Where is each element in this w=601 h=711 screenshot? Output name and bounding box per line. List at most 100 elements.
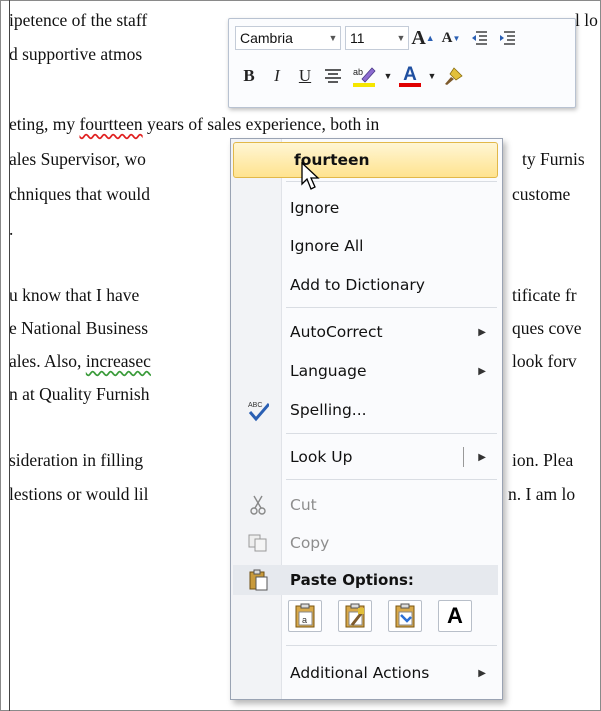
look-up-item[interactable]: Look Up ▶ xyxy=(233,439,498,475)
chevron-down-icon[interactable]: ▼ xyxy=(326,33,340,43)
doc-fragment: l lo xyxy=(575,10,598,30)
add-to-dictionary-item[interactable]: Add to Dictionary xyxy=(233,267,498,303)
doc-line: eting, my fourtteen years of sales exper… xyxy=(10,114,380,135)
language-label: Language xyxy=(290,362,367,380)
menu-separator xyxy=(286,479,497,480)
paste-options-header: Paste Options: xyxy=(233,565,498,595)
italic-button[interactable]: I xyxy=(263,63,291,89)
highlighter-icon: ab xyxy=(353,67,376,87)
font-size-combo[interactable]: 11 ▼ xyxy=(345,26,409,50)
submenu-arrow-icon: ▶ xyxy=(478,667,486,679)
paste-merge-format-button[interactable] xyxy=(338,600,372,632)
submenu-arrow-icon: ▶ xyxy=(478,451,486,463)
spelling-check-icon: ABC xyxy=(247,399,269,422)
scissors-icon xyxy=(247,494,269,516)
additional-actions-label: Additional Actions xyxy=(290,664,430,682)
font-name-value: Cambria xyxy=(240,30,293,46)
copy-icon xyxy=(247,532,269,554)
increase-indent-button[interactable] xyxy=(493,25,521,51)
spelling-context-menu: fourteen Ignore Ignore All Add to Dictio… xyxy=(230,138,503,700)
autocorrect-item[interactable]: AutoCorrect ▶ xyxy=(233,314,498,350)
doc-fragment: ty Furnis xyxy=(522,149,585,169)
doc-text: years of sales experience, both in xyxy=(142,114,380,134)
ignore-all-label: Ignore All xyxy=(290,237,364,255)
paste-keep-text-only-button[interactable]: A xyxy=(438,600,472,632)
doc-line: chniques that would xyxy=(9,184,150,204)
mouse-pointer-icon xyxy=(301,162,320,190)
doc-fragment: look forv xyxy=(512,351,577,371)
doc-fragment: n. I am lo xyxy=(508,484,576,504)
font-color-button[interactable]: A xyxy=(395,63,425,89)
chevron-down-icon[interactable]: ▼ xyxy=(425,63,439,89)
doc-line: d supportive atmos xyxy=(9,44,143,64)
decrease-indent-button[interactable] xyxy=(465,25,493,51)
format-painter-button[interactable] xyxy=(439,63,467,89)
font-size-value: 11 xyxy=(350,30,365,46)
look-up-label: Look Up xyxy=(290,448,353,466)
underline-button[interactable]: U xyxy=(291,63,319,89)
paste-options-row: a A xyxy=(288,600,488,634)
svg-text:a: a xyxy=(302,615,307,625)
doc-line: n at Quality Furnish xyxy=(9,384,150,404)
increase-indent-icon xyxy=(500,31,515,45)
chevron-down-icon[interactable]: ▼ xyxy=(394,33,408,43)
ignore-all-item[interactable]: Ignore All xyxy=(233,228,498,264)
menu-separator xyxy=(286,307,497,308)
font-name-combo[interactable]: Cambria ▼ xyxy=(235,26,341,50)
doc-fragment: ion. Plea xyxy=(512,450,574,470)
doc-line: ales Supervisor, wo xyxy=(9,149,146,169)
ignore-item[interactable]: Ignore xyxy=(233,190,498,226)
copy-label: Copy xyxy=(290,534,330,552)
suggestion-item[interactable]: fourteen xyxy=(233,142,498,178)
highlight-color-button[interactable]: ab xyxy=(347,63,381,89)
doc-line: e National Business xyxy=(9,318,149,338)
paste-options-label: Paste Options: xyxy=(290,571,414,589)
paste-picture-button[interactable] xyxy=(388,600,422,632)
center-align-button[interactable] xyxy=(319,63,347,89)
mini-toolbar: Cambria ▼ 11 ▼ A ▲ A ▼ B I U ab ▼ A ▼ xyxy=(228,18,576,108)
chevron-down-icon[interactable]: ▼ xyxy=(381,63,395,89)
paste-keep-text-letter: A xyxy=(447,603,463,628)
paste-picture-icon xyxy=(395,603,415,628)
doc-fragment: tificate fr xyxy=(512,285,577,305)
submenu-arrow-icon: ▶ xyxy=(478,326,486,338)
cut-item[interactable]: Cut xyxy=(233,487,498,523)
menu-separator xyxy=(286,433,497,434)
paste-keep-source-button[interactable]: a xyxy=(288,600,322,632)
grow-font-button[interactable]: A ▲ xyxy=(409,25,437,51)
clipboard-icon xyxy=(247,569,269,591)
doc-line: ales. Also, increasec xyxy=(9,351,151,372)
doc-line: . xyxy=(9,219,14,239)
doc-line: u know that I have xyxy=(9,285,140,305)
submenu-arrow-icon: ▶ xyxy=(478,365,486,377)
additional-actions-item[interactable]: Additional Actions ▶ xyxy=(233,655,498,691)
grow-font-letter: A xyxy=(411,26,426,49)
spelling-label: Spelling... xyxy=(290,401,367,419)
doc-fragment: custome xyxy=(512,184,571,204)
paste-merge-format-icon xyxy=(345,603,365,628)
format-painter-icon xyxy=(445,67,463,85)
cut-label: Cut xyxy=(290,496,317,514)
center-align-icon xyxy=(325,69,341,83)
svg-text:ABC: ABC xyxy=(248,402,262,409)
ignore-label: Ignore xyxy=(290,199,340,217)
copy-item[interactable]: Copy xyxy=(233,525,498,561)
misspelled-word[interactable]: fourtteen xyxy=(79,114,142,134)
menu-separator xyxy=(286,645,497,646)
font-color-swatch xyxy=(399,82,421,87)
doc-fragment: ques cove xyxy=(512,318,582,338)
font-color-letter: A xyxy=(403,63,417,85)
bold-button[interactable]: B xyxy=(235,63,263,89)
add-to-dictionary-label: Add to Dictionary xyxy=(290,276,425,294)
grammar-flagged-word[interactable]: increasec xyxy=(86,351,151,371)
paste-keep-source-icon: a xyxy=(295,603,315,628)
autocorrect-label: AutoCorrect xyxy=(290,323,383,341)
shrink-font-letter: A xyxy=(441,29,453,46)
spelling-item[interactable]: ABC Spelling... xyxy=(233,392,498,428)
doc-line: sideration in filling xyxy=(9,450,144,470)
doc-line: lestions or would lil xyxy=(9,484,149,504)
doc-text: ales. Also, xyxy=(9,351,86,371)
decrease-indent-icon xyxy=(472,31,487,45)
language-item[interactable]: Language ▶ xyxy=(233,353,498,389)
shrink-font-button[interactable]: A ▼ xyxy=(437,25,465,51)
